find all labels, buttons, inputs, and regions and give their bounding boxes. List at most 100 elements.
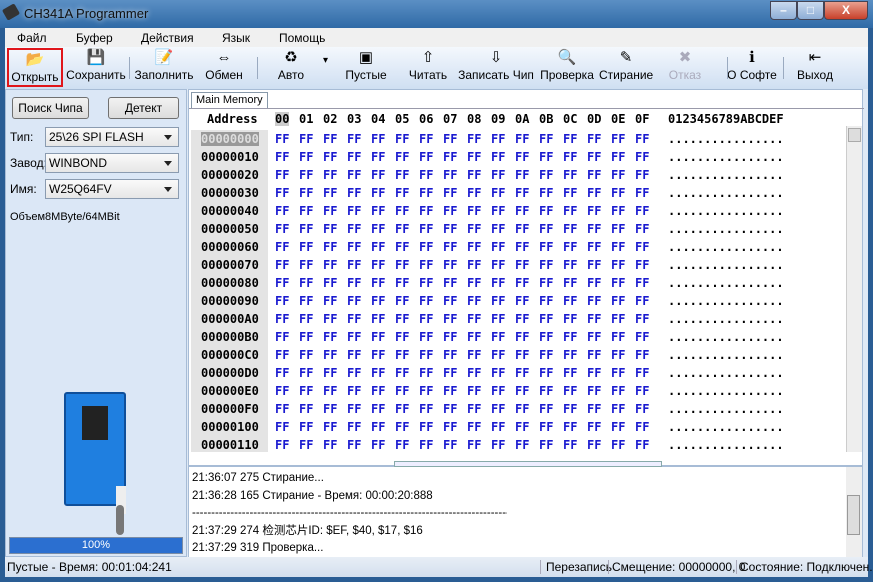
hex-byte[interactable]: FF xyxy=(275,294,289,308)
hex-byte[interactable]: FF xyxy=(587,330,601,344)
hex-byte[interactable]: FF xyxy=(299,132,313,146)
hex-byte[interactable]: FF xyxy=(371,276,385,290)
hex-byte[interactable]: FF xyxy=(371,438,385,452)
ascii-row[interactable]: ................ xyxy=(668,402,784,416)
log-list[interactable]: 21:36:07 275 Стирание... 21:36:28 165 Сти… xyxy=(188,461,863,574)
menu-help[interactable]: Помощь xyxy=(279,31,325,45)
hex-byte[interactable]: FF xyxy=(323,402,337,416)
ascii-row[interactable]: ................ xyxy=(668,222,784,236)
hex-byte[interactable]: FF xyxy=(443,204,457,218)
hex-byte[interactable]: FF xyxy=(587,348,601,362)
hex-byte[interactable]: FF xyxy=(515,438,529,452)
hex-byte[interactable]: FF xyxy=(491,348,505,362)
toolbar-erase-button[interactable]: ✎ Стирание xyxy=(599,48,653,87)
menu-actions[interactable]: Действия xyxy=(141,31,194,45)
hex-byte[interactable]: FF xyxy=(539,402,553,416)
hex-byte[interactable]: FF xyxy=(275,384,289,398)
hex-byte[interactable]: FF xyxy=(323,204,337,218)
hex-byte[interactable]: FF xyxy=(347,132,361,146)
hex-byte[interactable]: FF xyxy=(419,258,433,272)
hex-byte[interactable]: FF xyxy=(371,312,385,326)
hex-byte[interactable]: FF xyxy=(635,186,649,200)
hex-byte[interactable]: FF xyxy=(539,384,553,398)
hex-byte[interactable]: FF xyxy=(515,168,529,182)
hex-byte[interactable]: FF xyxy=(419,186,433,200)
hex-byte[interactable]: FF xyxy=(395,132,409,146)
ascii-row[interactable]: ................ xyxy=(668,132,784,146)
hex-byte[interactable]: FF xyxy=(347,438,361,452)
detect-button[interactable]: Детект xyxy=(108,97,179,119)
hex-byte[interactable]: FF xyxy=(347,294,361,308)
auto-dropdown-icon[interactable]: ▾ xyxy=(323,55,328,66)
log-line[interactable]: 21:36:07 275 Стирание... xyxy=(192,470,324,486)
hex-byte[interactable]: FF xyxy=(467,420,481,434)
hex-byte[interactable]: FF xyxy=(275,204,289,218)
hex-byte[interactable]: FF xyxy=(611,366,625,380)
hex-byte[interactable]: FF xyxy=(395,204,409,218)
hex-byte[interactable]: FF xyxy=(419,276,433,290)
hex-byte[interactable]: FF xyxy=(395,402,409,416)
hex-byte[interactable]: FF xyxy=(347,366,361,380)
hex-byte[interactable]: FF xyxy=(419,132,433,146)
hex-byte[interactable]: FF xyxy=(539,258,553,272)
hex-byte[interactable]: FF xyxy=(515,132,529,146)
hex-byte[interactable]: FF xyxy=(563,240,577,254)
hex-byte[interactable]: FF xyxy=(347,384,361,398)
hex-byte[interactable]: FF xyxy=(491,366,505,380)
hex-byte[interactable]: FF xyxy=(587,420,601,434)
hex-byte[interactable]: FF xyxy=(419,438,433,452)
hex-byte[interactable]: FF xyxy=(587,150,601,164)
hex-byte[interactable]: FF xyxy=(299,258,313,272)
type-select[interactable]: 25\26 SPI FLASH xyxy=(45,127,179,147)
tab-main-memory[interactable]: Main Memory xyxy=(191,92,268,108)
hex-byte[interactable]: FF xyxy=(611,204,625,218)
hex-byte[interactable]: FF xyxy=(563,312,577,326)
toolbar-auto-button[interactable]: ♻ Авто xyxy=(261,48,321,87)
hex-byte[interactable]: FF xyxy=(587,402,601,416)
hex-byte[interactable]: FF xyxy=(587,312,601,326)
hex-byte[interactable]: FF xyxy=(299,366,313,380)
toolbar-verify-button[interactable]: 🔍 Проверка xyxy=(537,48,597,87)
hex-byte[interactable]: FF xyxy=(539,186,553,200)
hex-byte[interactable]: FF xyxy=(563,348,577,362)
hex-byte[interactable]: FF xyxy=(395,168,409,182)
hex-byte[interactable]: FF xyxy=(491,384,505,398)
hex-byte[interactable]: FF xyxy=(395,366,409,380)
hex-byte[interactable]: FF xyxy=(323,438,337,452)
hex-byte[interactable]: FF xyxy=(515,276,529,290)
ascii-row[interactable]: ................ xyxy=(668,330,784,344)
hex-byte[interactable]: FF xyxy=(491,132,505,146)
hex-byte[interactable]: FF xyxy=(395,294,409,308)
row-address[interactable]: 00000040 xyxy=(201,204,259,218)
row-address[interactable]: 00000070 xyxy=(201,258,259,272)
ascii-row[interactable]: ................ xyxy=(668,384,784,398)
hex-byte[interactable]: FF xyxy=(587,222,601,236)
hex-byte[interactable]: FF xyxy=(371,294,385,308)
hex-byte[interactable]: FF xyxy=(323,240,337,254)
vendor-select[interactable]: WINBOND xyxy=(45,153,179,173)
close-button[interactable]: X xyxy=(824,1,868,20)
hex-byte[interactable]: FF xyxy=(395,438,409,452)
hex-byte[interactable]: FF xyxy=(515,204,529,218)
hex-byte[interactable]: FF xyxy=(611,420,625,434)
hex-byte[interactable]: FF xyxy=(323,312,337,326)
hex-byte[interactable]: FF xyxy=(419,240,433,254)
hex-byte[interactable]: FF xyxy=(395,312,409,326)
hex-byte[interactable]: FF xyxy=(611,240,625,254)
hex-byte[interactable]: FF xyxy=(299,168,313,182)
hex-byte[interactable]: FF xyxy=(347,168,361,182)
hex-byte[interactable]: FF xyxy=(443,258,457,272)
hex-byte[interactable]: FF xyxy=(539,312,553,326)
hex-byte[interactable]: FF xyxy=(467,168,481,182)
ascii-row[interactable]: ................ xyxy=(668,276,784,290)
row-address[interactable]: 00000020 xyxy=(201,168,259,182)
hex-byte[interactable]: FF xyxy=(299,402,313,416)
hex-byte[interactable]: FF xyxy=(323,276,337,290)
hex-byte[interactable]: FF xyxy=(275,420,289,434)
hex-byte[interactable]: FF xyxy=(347,312,361,326)
hex-byte[interactable]: FF xyxy=(635,204,649,218)
hex-byte[interactable]: FF xyxy=(611,312,625,326)
row-address[interactable]: 000000E0 xyxy=(201,384,259,398)
hex-byte[interactable]: FF xyxy=(299,240,313,254)
hex-byte[interactable]: FF xyxy=(299,150,313,164)
